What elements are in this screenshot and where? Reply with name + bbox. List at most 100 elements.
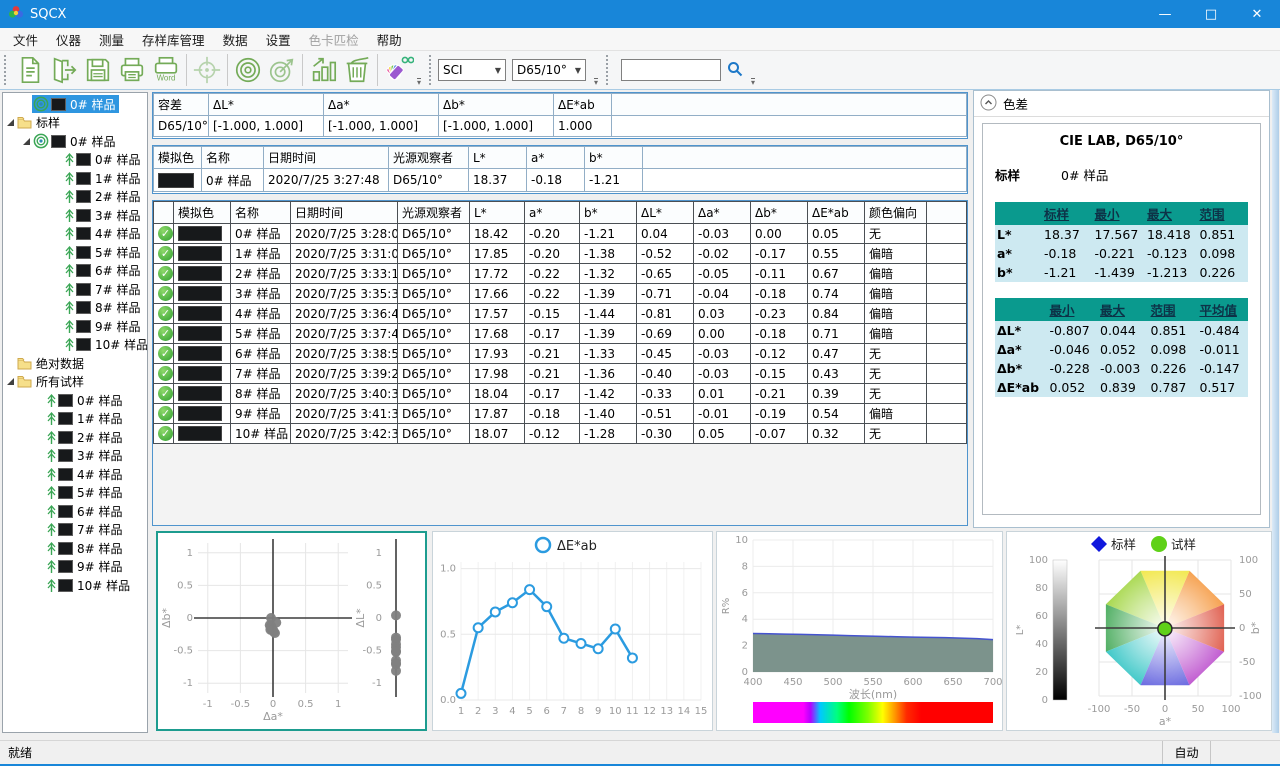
- menu-item-5[interactable]: 数据: [214, 28, 257, 51]
- tree-item[interactable]: 6# 样品: [3, 502, 147, 521]
- print-word-button[interactable]: Word: [149, 53, 183, 87]
- tree-item[interactable]: 3# 样品: [3, 447, 147, 466]
- print-button[interactable]: [115, 53, 149, 87]
- close-button[interactable]: ✕: [1234, 0, 1280, 28]
- tree-item[interactable]: 9# 样品: [3, 558, 147, 577]
- tree-item[interactable]: 0# 样品: [3, 391, 147, 410]
- sample-row[interactable]: ✓8# 样品2020/7/25 3:40:34D65/10°18.04-0.17…: [154, 384, 967, 404]
- collapse-icon[interactable]: [980, 94, 997, 114]
- tree-item[interactable]: 9# 样品: [3, 317, 147, 336]
- toolbar-overflow-icon[interactable]: ▾: [417, 78, 421, 87]
- sample-row[interactable]: ✓9# 样品2020/7/25 3:41:34D65/10°17.87-0.18…: [154, 404, 967, 424]
- auto-mode-button[interactable]: 自动: [1162, 741, 1210, 764]
- sample-row[interactable]: ✓1# 样品2020/7/25 3:31:07D65/10°17.85-0.20…: [154, 244, 967, 264]
- search-input[interactable]: [621, 59, 721, 81]
- stat-row: a*-0.18-0.221-0.1230.098: [995, 244, 1248, 263]
- svg-text:60: 60: [1035, 611, 1048, 622]
- cielab-color-wheel-chart[interactable]: 标样试样100806040200L*-100-50050100100500-50…: [1006, 531, 1272, 731]
- toolbar-overflow-icon-3[interactable]: ▾: [751, 78, 755, 87]
- toolbar-overflow-icon-2[interactable]: ▾: [594, 78, 598, 87]
- export-button[interactable]: [47, 53, 81, 87]
- color-swatch: [51, 135, 66, 148]
- arrow-icon: [65, 189, 74, 204]
- search-icon[interactable]: [727, 61, 743, 80]
- illuminant-dropdown[interactable]: D65/10°▼: [512, 59, 586, 81]
- tree-item[interactable]: 10# 样品: [3, 576, 147, 595]
- sample-row[interactable]: ✓2# 样品2020/7/25 3:33:15D65/10°17.72-0.22…: [154, 264, 967, 284]
- tree-item[interactable]: 绝对数据: [3, 354, 147, 373]
- color-swatch: [58, 486, 73, 499]
- deab-trend-chart[interactable]: ΔE*ab1234567891011121314150.00.51.0: [432, 531, 713, 731]
- save-button[interactable]: [81, 53, 115, 87]
- tree-item[interactable]: 1# 样品: [3, 169, 147, 188]
- calibrate-button[interactable]: [231, 53, 265, 87]
- menu-item-4[interactable]: 存样库管理: [133, 28, 214, 51]
- menu-item-1[interactable]: 文件: [4, 28, 47, 51]
- tolerance-row[interactable]: D65/10°[-1.000, 1.000][-1.000, 1.000][-1…: [154, 116, 967, 137]
- target-arrow-button[interactable]: [265, 53, 299, 87]
- tree-item[interactable]: 8# 样品: [3, 539, 147, 558]
- sample-row[interactable]: ✓3# 样品2020/7/25 3:35:30D65/10°17.66-0.22…: [154, 284, 967, 304]
- tree-item[interactable]: 2# 样品: [3, 188, 147, 207]
- menu-item-7[interactable]: 色卡匹检: [300, 28, 368, 51]
- tree-item[interactable]: 4# 样品: [3, 225, 147, 244]
- maximize-button[interactable]: □: [1188, 0, 1234, 28]
- sample-row[interactable]: ✓5# 样品2020/7/25 3:37:41D65/10°17.68-0.17…: [154, 324, 967, 344]
- color-swatch: [58, 523, 73, 536]
- tree-item[interactable]: 5# 样品: [3, 243, 147, 262]
- vertical-scrollbar[interactable]: [1272, 90, 1279, 733]
- column-header: 模拟色: [154, 147, 202, 169]
- expander-icon[interactable]: [7, 119, 14, 126]
- menu-item-6[interactable]: 设置: [257, 28, 300, 51]
- toolbar-grip-3[interactable]: [606, 55, 612, 85]
- color-match-button[interactable]: [381, 53, 415, 87]
- tree-item[interactable]: 所有试样: [3, 373, 147, 392]
- tree-item[interactable]: 10# 样品: [3, 336, 147, 355]
- tree-item[interactable]: 6# 样品: [3, 262, 147, 281]
- column-header: [643, 147, 967, 169]
- tree-item[interactable]: 7# 样品: [3, 280, 147, 299]
- tree-item[interactable]: 4# 样品: [3, 465, 147, 484]
- stat-column-header: 标样: [1042, 202, 1093, 225]
- tree-item[interactable]: 3# 样品: [3, 206, 147, 225]
- sample-row[interactable]: ✓7# 样品2020/7/25 3:39:24D65/10°17.98-0.21…: [154, 364, 967, 384]
- tree-item[interactable]: 7# 样品: [3, 521, 147, 540]
- tree-item[interactable]: 2# 样品: [3, 428, 147, 447]
- tree-item[interactable]: 标样: [3, 114, 147, 133]
- expander-icon[interactable]: [23, 138, 30, 145]
- dab-scatter-chart[interactable]: -1-1-0.5-0.5000.50.511Δa*Δb*10.50-0.5-1Δ…: [156, 531, 427, 731]
- pass-check-cell: ✓: [154, 384, 174, 404]
- tree-item[interactable]: 5# 样品: [3, 484, 147, 503]
- bullseye-icon: [33, 96, 49, 112]
- stat-column-header: 范围: [1149, 298, 1198, 321]
- simulated-color-cell: [174, 324, 231, 344]
- sample-row[interactable]: ✓4# 样品2020/7/25 3:36:41D65/10°17.57-0.15…: [154, 304, 967, 324]
- tree-item[interactable]: 0# 样品: [3, 151, 147, 170]
- toolbar-grip-2[interactable]: [429, 55, 435, 85]
- tree-item-label: 2# 样品: [95, 188, 141, 205]
- menu-item-2[interactable]: 仪器: [47, 28, 90, 51]
- svg-text:R%: R%: [721, 598, 732, 614]
- crosshair-target-button[interactable]: [190, 53, 224, 87]
- spectral-reflectance-chart[interactable]: 0246810400450500550600650700R%波长(nm): [716, 531, 1003, 731]
- svg-text:3: 3: [492, 706, 498, 717]
- sample-row[interactable]: ✓10# 样品2020/7/25 3:42:32D65/10°18.07-0.1…: [154, 424, 967, 444]
- sci-dropdown[interactable]: SCI▼: [438, 59, 506, 81]
- standard-row[interactable]: 0# 样品2020/7/25 3:27:48D65/10°18.37-0.18-…: [154, 169, 967, 192]
- delete-button[interactable]: [340, 53, 374, 87]
- new-document-button[interactable]: [13, 53, 47, 87]
- tree-item[interactable]: 1# 样品: [3, 410, 147, 429]
- tree-item[interactable]: 0# 样品: [3, 95, 147, 114]
- sample-row[interactable]: ✓0# 样品2020/7/25 3:28:09D65/10°18.42-0.20…: [154, 224, 967, 244]
- tree-item[interactable]: 8# 样品: [3, 299, 147, 318]
- sample-row[interactable]: ✓6# 样品2020/7/25 3:38:50D65/10°17.93-0.21…: [154, 344, 967, 364]
- svg-text:9: 9: [595, 706, 601, 717]
- menu-item-8[interactable]: 帮助: [368, 28, 411, 51]
- menu-item-3[interactable]: 测量: [90, 28, 133, 51]
- expander-icon[interactable]: [7, 378, 14, 385]
- toolbar-grip[interactable]: [4, 55, 10, 85]
- tree-item[interactable]: 0# 样品: [3, 132, 147, 151]
- color-swatch: [58, 449, 73, 462]
- statistics-button[interactable]: [306, 53, 340, 87]
- minimize-button[interactable]: —: [1142, 0, 1188, 28]
